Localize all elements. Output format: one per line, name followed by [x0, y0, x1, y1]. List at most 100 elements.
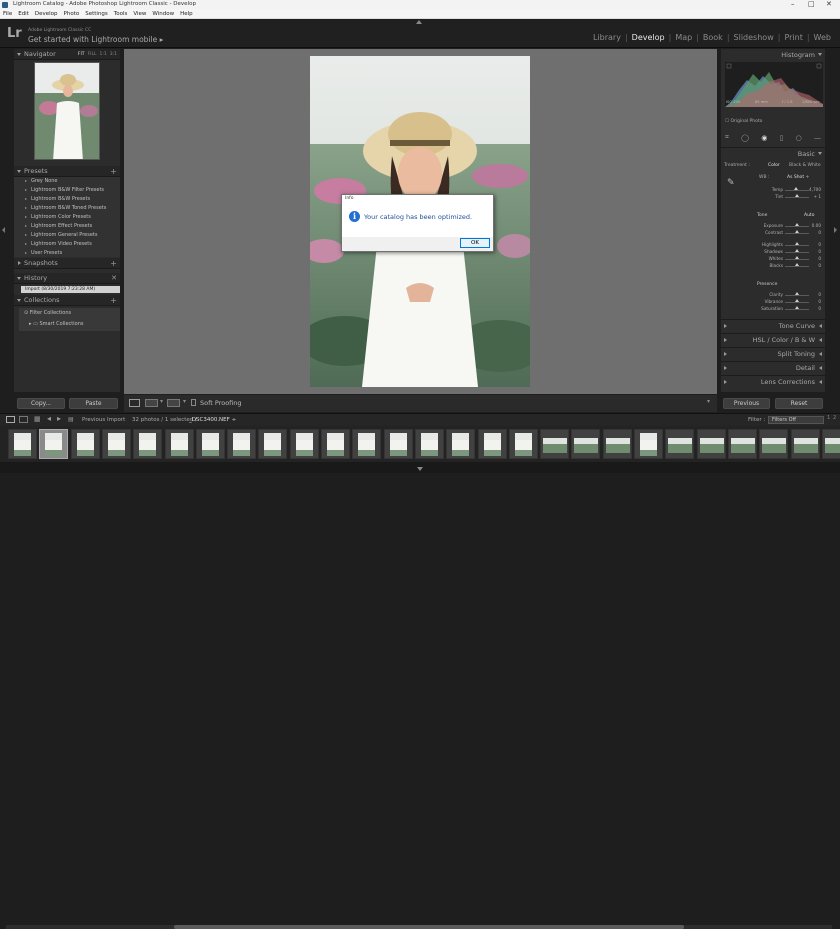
copy-settings-button[interactable]: Copy... — [17, 398, 65, 409]
slider-knob[interactable] — [795, 299, 799, 302]
filmstrip-thumbnail[interactable] — [759, 429, 789, 459]
graduated-filter-icon[interactable]: ▯ — [780, 134, 784, 142]
filmstrip-thumbnail[interactable] — [195, 429, 225, 459]
preset-folder[interactable]: User Presets — [14, 249, 120, 258]
menu-window[interactable]: Window — [152, 9, 174, 18]
left-panel-toggle-icon[interactable] — [2, 227, 5, 233]
filmstrip-thumbnail[interactable] — [540, 429, 570, 459]
slider-knob[interactable] — [795, 249, 799, 252]
filmstrip-thumbnail[interactable] — [383, 429, 413, 459]
slider-track[interactable] — [785, 302, 809, 303]
before-after-icon[interactable] — [145, 399, 158, 407]
collections-header[interactable]: Collections + — [14, 295, 120, 306]
collection-smart[interactable]: ▸ ▭ Smart Collections — [29, 320, 84, 329]
zoom-3-1[interactable]: 3:1 — [110, 49, 117, 60]
snapshots-header[interactable]: Snapshots + — [14, 258, 120, 269]
second-window-icon[interactable] — [19, 416, 28, 423]
filmstrip-thumbnail[interactable] — [571, 429, 601, 459]
slider-value[interactable]: 0 — [818, 249, 821, 254]
bottom-panel-toggle-icon[interactable] — [417, 467, 423, 471]
red-eye-icon[interactable]: ◉ — [761, 134, 767, 142]
slider-vibrance[interactable]: Vibrance 0 — [721, 299, 825, 306]
slider-knob[interactable] — [795, 242, 799, 245]
spot-removal-icon[interactable]: ◯ — [741, 134, 749, 142]
minimize-button[interactable]: – — [791, 0, 795, 9]
slider-track[interactable] — [785, 190, 809, 191]
filmstrip-thumbnail[interactable] — [8, 429, 37, 459]
lens-corrections-header[interactable]: Lens Corrections — [721, 375, 825, 387]
module-book[interactable]: Book — [699, 33, 727, 42]
slider-knob[interactable] — [795, 306, 799, 309]
filmstrip-page-1[interactable]: 1 — [827, 415, 830, 421]
filmstrip-thumbnail[interactable] — [508, 429, 538, 459]
hsl-header[interactable]: HSL / Color / B & W — [721, 333, 825, 345]
slider-saturation[interactable]: Saturation 0 — [721, 306, 825, 313]
slider-track[interactable] — [785, 245, 809, 246]
menu-settings[interactable]: Settings — [85, 9, 108, 18]
module-print[interactable]: Print — [780, 33, 806, 42]
histogram[interactable]: ISO 200 85 mm f / 1.8 1/800 sec — [725, 62, 823, 107]
slider-knob[interactable] — [795, 230, 799, 233]
module-slideshow[interactable]: Slideshow — [730, 33, 778, 42]
slider-knob[interactable] — [795, 256, 799, 259]
slider-tint[interactable]: Tint + 1 — [721, 194, 825, 201]
crop-tool-icon[interactable]: ⌗ — [725, 133, 729, 142]
slider-value[interactable]: 0 — [818, 299, 821, 304]
preset-folder[interactable]: Lightroom B&W Toned Presets — [14, 204, 120, 213]
slider-contrast[interactable]: Contrast 0 — [721, 230, 825, 237]
clear-history-icon[interactable]: ✕ — [111, 273, 117, 284]
filmstrip-page-2[interactable]: 2 — [833, 415, 836, 421]
slider-track[interactable] — [785, 197, 809, 198]
maximize-button[interactable]: □ — [808, 0, 815, 9]
filmstrip-thumbnail[interactable] — [227, 429, 257, 459]
soft-proofing-checkbox[interactable] — [191, 399, 196, 406]
slider-value[interactable]: 0 — [818, 256, 821, 261]
right-panel-toggle-icon[interactable] — [834, 227, 837, 233]
filmstrip-thumbnail[interactable] — [70, 429, 100, 459]
filmstrip-thumbnail[interactable] — [477, 429, 507, 459]
slider-knob[interactable] — [795, 292, 799, 295]
close-window-button[interactable]: ✕ — [826, 0, 832, 9]
filmstrip-filename[interactable]: _DSC3400.NEF ÷ — [189, 417, 236, 423]
slider-track[interactable] — [785, 295, 809, 296]
back-arrow-icon[interactable]: ◂ — [47, 414, 51, 423]
zoom-fit[interactable]: FIT — [78, 49, 85, 60]
slider-highlights[interactable]: Highlights 0 — [721, 242, 825, 249]
grid-view-icon[interactable]: ▦ — [34, 415, 41, 423]
filmstrip[interactable] — [0, 426, 840, 462]
wb-dropdown[interactable]: As Shot ÷ — [787, 175, 809, 180]
slider-track[interactable] — [785, 266, 809, 267]
preset-folder[interactable]: Lightroom General Presets — [14, 231, 120, 240]
top-panel-toggle-icon[interactable] — [416, 20, 422, 24]
tone-auto-button[interactable]: Auto — [804, 213, 814, 218]
detail-header[interactable]: Detail — [721, 361, 825, 373]
add-collection-icon[interactable]: + — [110, 295, 117, 306]
get-started-mobile-link[interactable]: Get started with Lightroom mobile ▸ — [28, 35, 163, 44]
slider-track[interactable] — [785, 259, 809, 260]
filmstrip-thumbnail[interactable] — [821, 429, 840, 459]
preset-folder[interactable]: Lightroom Video Presets — [14, 240, 120, 249]
slider-knob[interactable] — [795, 194, 799, 197]
slider-track[interactable] — [785, 252, 809, 253]
slider-value[interactable]: 0 — [818, 263, 821, 268]
slider-knob[interactable] — [795, 263, 799, 266]
zoom-1-1[interactable]: 1:1 — [100, 49, 107, 60]
split-toning-header[interactable]: Split Toning — [721, 347, 825, 359]
filmstrip-thumbnail[interactable] — [133, 429, 163, 459]
slider-exposure[interactable]: Exposure 0.00 — [721, 223, 825, 230]
paste-settings-button[interactable]: Paste — [69, 398, 118, 409]
basic-header[interactable]: Basic — [721, 147, 825, 159]
treatment-color[interactable]: Color — [768, 163, 780, 168]
filmstrip-source[interactable]: Previous Import — [82, 417, 125, 423]
preset-folder[interactable]: Grey None — [14, 177, 120, 186]
filmstrip-thumbnail[interactable] — [790, 429, 820, 459]
slider-clarity[interactable]: Clarity 0 — [721, 292, 825, 299]
preset-folder[interactable]: Lightroom Color Presets — [14, 213, 120, 222]
forward-arrow-icon[interactable]: ▸ — [57, 414, 61, 423]
filmstrip-thumbnail[interactable] — [727, 429, 757, 459]
dropdown-arrow-icon[interactable]: ▾ — [183, 398, 186, 405]
original-photo-toggle[interactable]: ☐ Original Photo — [725, 119, 762, 124]
filmstrip-thumbnail[interactable] — [665, 429, 695, 459]
slider-value[interactable]: 0 — [818, 306, 821, 311]
filmstrip-thumbnail[interactable] — [414, 429, 444, 459]
